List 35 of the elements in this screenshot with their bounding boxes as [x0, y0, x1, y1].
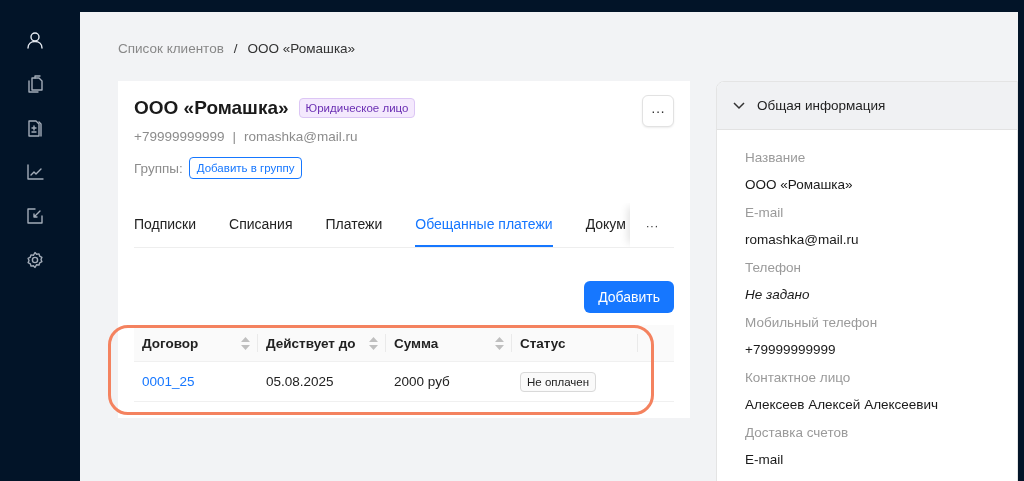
tab[interactable]: Подписки [134, 203, 197, 247]
tab[interactable]: Обещанные платежи [415, 203, 553, 247]
field-label: Доставка счетов [745, 424, 850, 442]
separator: | [232, 129, 236, 144]
chevron-icon [733, 101, 745, 110]
field-label: Телефон [745, 259, 802, 277]
client-email: romashka@mail.ru [244, 129, 358, 144]
client-type-badge: Юридическое лицо [298, 98, 416, 118]
add-to-group-button[interactable]: Добавить в группу [188, 157, 303, 179]
groups-label: Группы: [134, 160, 183, 176]
more-button[interactable]: ··· [642, 95, 674, 127]
table-cell: 05.08.2025 [258, 361, 386, 402]
field-label: Контактное лицо [745, 369, 852, 387]
client-phone: +79999999999 [134, 129, 225, 144]
tab[interactable]: Докум [585, 203, 626, 247]
field-value: +79999999999 [745, 341, 837, 359]
add-button[interactable]: Добавить [584, 281, 674, 313]
field-value: Не задано [745, 286, 811, 304]
breadcrumb-separator: / [233, 40, 238, 56]
field-value: ООО «Ромашка» [745, 176, 854, 194]
breadcrumb-current: ООО «Ромашка» [247, 40, 356, 56]
tab[interactable]: Платежи [325, 203, 383, 247]
panel-header[interactable]: Общая информация [717, 82, 1017, 130]
field-value: Алексеев Алексей Алексеевич [745, 396, 940, 414]
client-name: ООО «Ромашка» [134, 97, 289, 119]
field-label: Название [745, 149, 807, 167]
more-tabs-button[interactable]: ··· [630, 203, 674, 247]
field-label: E-mail [745, 204, 785, 222]
status-tag: Не оплачен [520, 372, 597, 392]
field-value: romashka@mail.ru [745, 231, 860, 249]
contract-link[interactable]: 0001_25 [142, 374, 195, 389]
field-label: Мобильный телефон [745, 314, 879, 332]
tab[interactable]: Списания [229, 203, 293, 247]
table-cell: 2000 руб [386, 361, 512, 402]
field-value: E-mail [745, 451, 785, 469]
